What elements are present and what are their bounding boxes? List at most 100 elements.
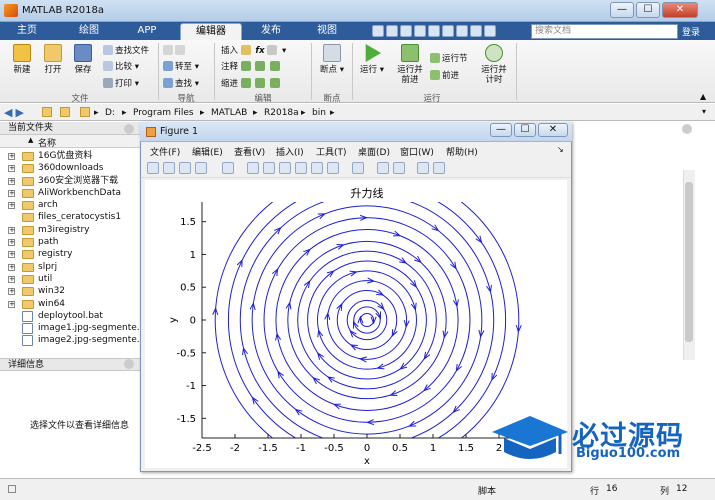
run-button[interactable]: 运行 ▾ [356, 44, 388, 75]
cut-icon[interactable] [386, 25, 398, 37]
brush-icon[interactable] [326, 162, 339, 174]
new-button[interactable]: 新建 [6, 44, 38, 75]
tab-view[interactable]: 视图 [306, 23, 348, 40]
file-list-item[interactable]: + arch [0, 199, 140, 211]
expand-icon[interactable]: + [8, 202, 15, 210]
menu-file[interactable]: 文件(F) [150, 145, 180, 158]
insert-button[interactable]: 插入 fx ▾ [221, 45, 286, 56]
breadcrumb-bin[interactable]: bin [312, 108, 326, 118]
tab-publish[interactable]: 发布 [250, 23, 292, 40]
switch-windows-icon[interactable] [456, 25, 468, 37]
dropdown-icon[interactable] [484, 25, 496, 37]
hide-tools-icon[interactable] [417, 162, 430, 174]
file-list-item[interactable]: image2.jpg-segmente... [0, 334, 145, 347]
expand-icon[interactable]: + [8, 288, 15, 296]
menu-help[interactable]: 帮助(H) [446, 145, 478, 158]
pan-icon[interactable] [278, 162, 291, 174]
figure-maximize-button[interactable]: ☐ [514, 123, 536, 137]
address-dropdown-icon[interactable]: ▾ [702, 107, 706, 116]
breakpoints-button[interactable]: 断点 ▾ [316, 44, 348, 75]
file-list-item[interactable]: + m3iregistry [0, 224, 140, 236]
expand-icon[interactable]: + [8, 251, 15, 259]
run-advance-button[interactable]: 运行并 前进 [392, 44, 428, 85]
login-link[interactable]: 登录 [682, 25, 700, 38]
minimize-button[interactable]: — [610, 2, 634, 18]
run-time-button[interactable]: 运行并 计时 [476, 44, 512, 85]
menu-insert[interactable]: 插入(I) [276, 145, 304, 158]
copy-icon[interactable] [400, 25, 412, 37]
column-header[interactable]: ▲ 名称 [0, 135, 140, 149]
zoom-in-icon[interactable] [246, 162, 259, 174]
tab-editor[interactable]: 编辑器 [180, 23, 242, 40]
figure-minimize-button[interactable]: — [490, 123, 512, 137]
file-list-item[interactable]: + win32 [0, 285, 140, 297]
file-list-item[interactable]: +360安全浏览器下载 [0, 175, 140, 187]
file-list-item[interactable]: + registry [0, 248, 140, 260]
up-folder-icon[interactable] [42, 107, 52, 117]
expand-icon[interactable]: + [8, 177, 15, 185]
legend-icon[interactable] [392, 162, 405, 174]
find-button[interactable]: 查找 ▾ [163, 78, 199, 89]
figure-close-button[interactable]: ✕ [538, 123, 568, 137]
expand-icon[interactable]: + [8, 239, 15, 247]
panel-menu-icon[interactable] [124, 124, 134, 134]
zoom-out-icon[interactable] [262, 162, 275, 174]
save-button[interactable]: 保存 [67, 44, 99, 75]
details-menu-icon[interactable] [124, 359, 134, 369]
expand-icon[interactable]: + [8, 226, 15, 234]
expand-icon[interactable]: + [8, 165, 15, 173]
comment-button[interactable]: 注释 [221, 61, 282, 72]
breadcrumb-matlab[interactable]: MATLAB [211, 108, 247, 118]
expand-icon[interactable]: + [8, 275, 15, 283]
tab-home[interactable]: 主页 [6, 23, 48, 40]
file-list-item[interactable]: image1.jpg-segmente... [0, 322, 145, 335]
file-list-item[interactable]: files_ceratocystis1 [0, 211, 140, 223]
new-figure-icon[interactable] [147, 162, 159, 174]
save-icon[interactable] [372, 25, 384, 37]
menu-view[interactable]: 查看(V) [234, 145, 265, 158]
tab-plots[interactable]: 绘图 [68, 23, 110, 40]
file-list-item[interactable]: + win64 [0, 298, 140, 310]
dock-arrow-icon[interactable]: ↘ [557, 145, 564, 154]
show-tools-icon[interactable] [433, 162, 446, 174]
expand-icon[interactable]: + [8, 300, 15, 308]
menu-edit[interactable]: 编辑(E) [192, 145, 223, 158]
data-cursor-icon[interactable] [310, 162, 323, 174]
colorbar-icon[interactable] [376, 162, 389, 174]
file-list-item[interactable]: + slprj [0, 261, 140, 273]
expand-icon[interactable]: + [8, 263, 15, 271]
file-list-item[interactable]: +360downloads [0, 162, 140, 174]
browse-folder-icon[interactable] [60, 107, 70, 117]
indent-button[interactable]: 缩进 [221, 78, 282, 89]
print-figure-icon[interactable] [195, 162, 207, 174]
file-list-item[interactable]: deploytool.bat [0, 310, 140, 322]
link-plot-icon[interactable] [351, 162, 364, 174]
file-list-item[interactable]: + util [0, 273, 140, 285]
file-list-item[interactable]: + AliWorkbenchData [0, 187, 140, 199]
breadcrumb-r2018a[interactable]: R2018a [264, 108, 299, 118]
close-button[interactable]: ✕ [662, 2, 698, 18]
file-list-item[interactable]: + path [0, 236, 140, 248]
menu-desktop[interactable]: 桌面(D) [358, 145, 390, 158]
compare-button[interactable]: 比较 ▾ [103, 61, 139, 72]
breadcrumb-program-files[interactable]: Program Files [133, 108, 194, 118]
expand-icon[interactable]: + [8, 153, 15, 160]
collapse-ribbon-icon[interactable]: ▲ [700, 92, 706, 101]
save-figure-icon[interactable] [179, 162, 191, 174]
search-input[interactable]: 搜索文档 [531, 24, 678, 39]
goto-button[interactable]: 转至 ▾ [163, 61, 199, 72]
nav-button-1[interactable] [163, 45, 187, 56]
menu-window[interactable]: 窗口(W) [400, 145, 434, 158]
find-files-button[interactable]: 查找文件 [103, 45, 149, 56]
run-section-button[interactable]: 运行节 [430, 53, 468, 64]
redo-icon[interactable] [442, 25, 454, 37]
menu-tools[interactable]: 工具(T) [316, 145, 347, 158]
scrollbar-thumb[interactable] [685, 182, 693, 342]
file-list-item[interactable]: +16G优盘资料 [0, 150, 140, 162]
rotate-3d-icon[interactable] [294, 162, 307, 174]
expand-icon[interactable]: + [8, 189, 15, 197]
maximize-button[interactable]: ☐ [636, 2, 660, 18]
undo-icon[interactable] [428, 25, 440, 37]
paste-icon[interactable] [414, 25, 426, 37]
command-window-menu-icon[interactable] [682, 124, 692, 134]
